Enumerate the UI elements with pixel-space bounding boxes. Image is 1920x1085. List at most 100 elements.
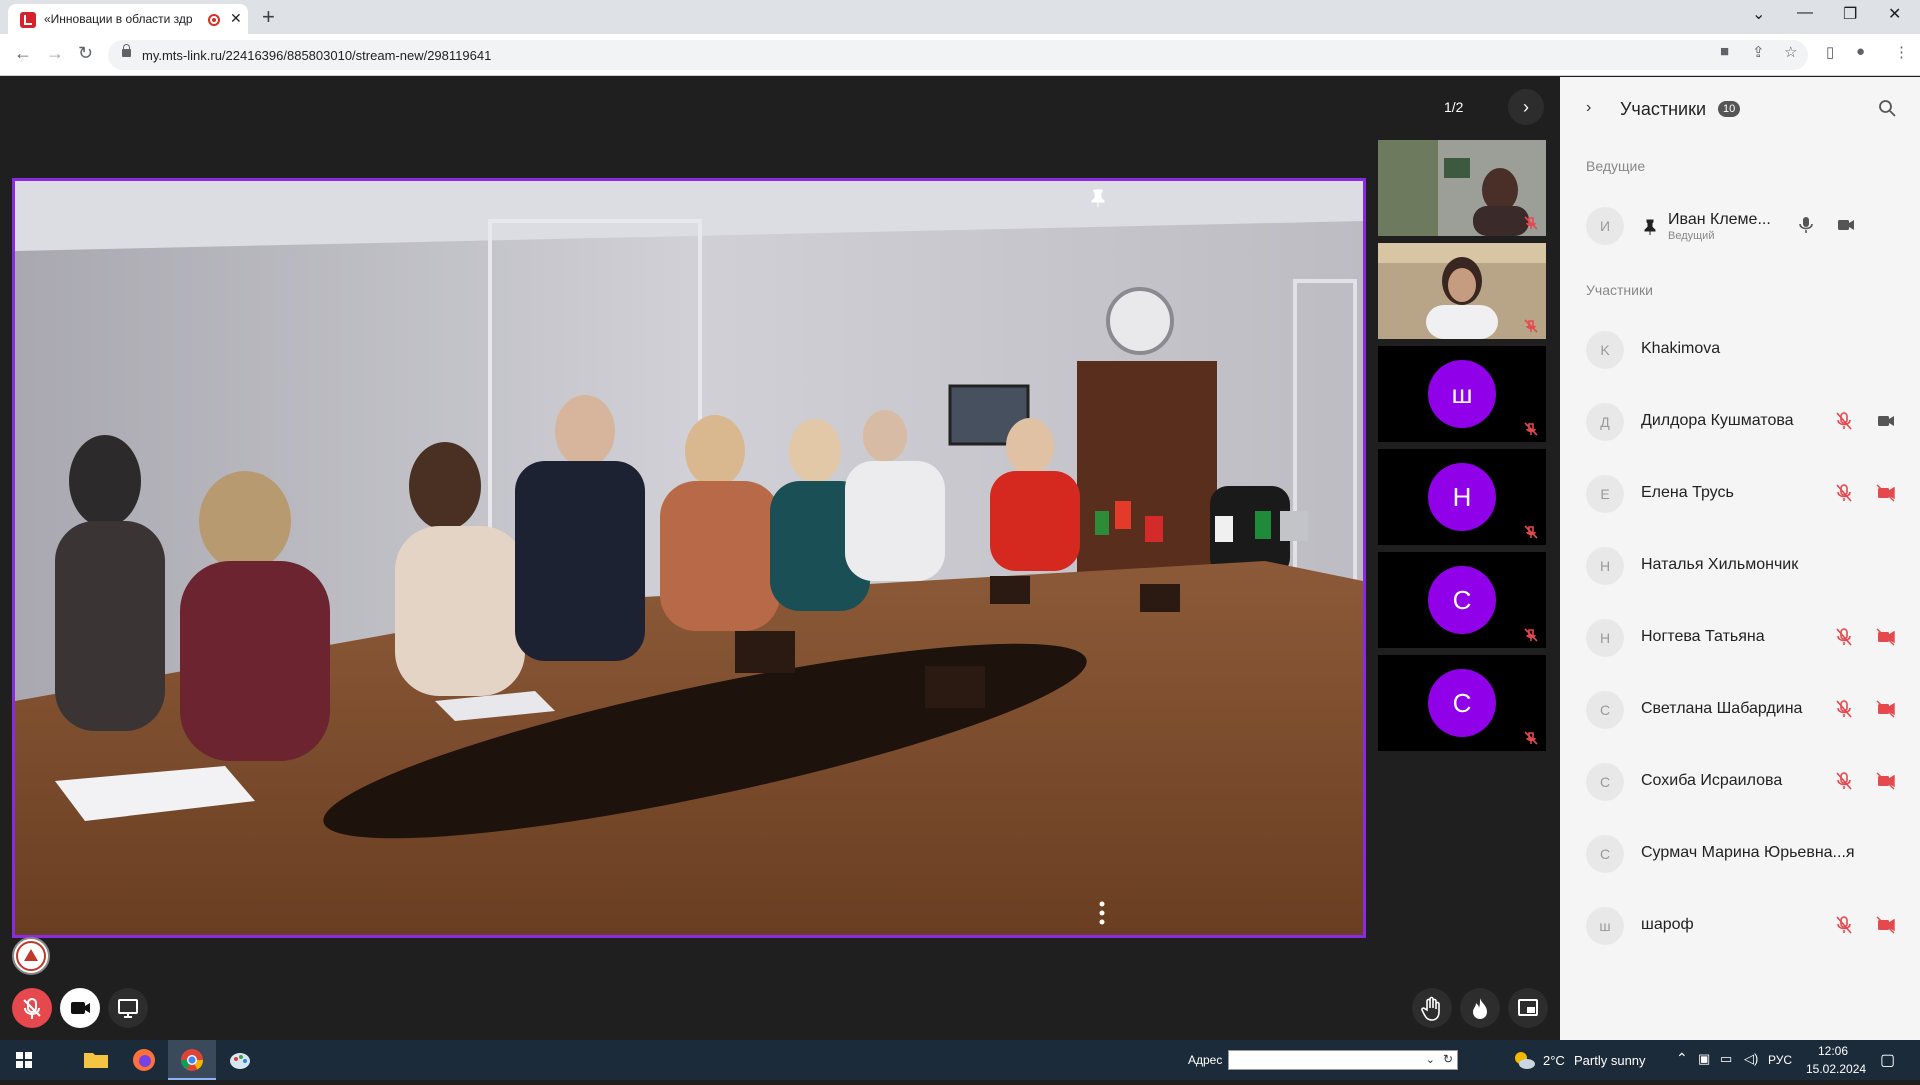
clock-time[interactable]: 12:06 xyxy=(1818,1044,1848,1058)
restore-window-icon[interactable]: ❐ xyxy=(1843,4,1857,24)
participant-name: Сурмач Марина Юрьевна...я xyxy=(1641,844,1855,861)
tray-overflow-chevron-icon[interactable]: ⌃ xyxy=(1676,1050,1688,1067)
network-icon[interactable]: ▭ xyxy=(1720,1051,1732,1067)
picture-in-picture-button[interactable] xyxy=(1508,988,1548,1028)
lock-icon xyxy=(122,44,131,57)
monitor-icon xyxy=(118,999,138,1018)
more-options-icon[interactable] xyxy=(1099,901,1105,925)
participant-avatar: С xyxy=(1428,669,1496,737)
participant-avatar: Н xyxy=(1586,547,1624,585)
participant-row[interactable]: С Сохиба Исраилова xyxy=(1560,753,1920,809)
mute-microphone-button[interactable] xyxy=(12,988,52,1028)
go-arrow-icon[interactable]: ↻ xyxy=(1443,1052,1453,1066)
participant-row[interactable]: Д Дилдора Кушматова xyxy=(1560,393,1920,449)
participant-name: Дилдора Кушматова xyxy=(1641,412,1794,429)
tab-search-chevron-icon[interactable]: ⌄ xyxy=(1752,4,1765,24)
back-arrow-icon[interactable]: ← xyxy=(14,43,32,64)
forward-arrow-icon[interactable]: → xyxy=(46,43,64,64)
host-name: Иван Клеме... xyxy=(1668,211,1771,228)
mic-on-icon xyxy=(1799,217,1813,233)
participant-avatar: С xyxy=(1586,763,1624,801)
participant-avatar: Д xyxy=(1586,403,1624,441)
host-role: Ведущий xyxy=(1668,230,1715,242)
avatar-tile[interactable]: С xyxy=(1378,552,1546,648)
mic-off-icon xyxy=(1836,916,1852,934)
profile-avatar-icon[interactable]: ● xyxy=(1856,43,1865,60)
mic-off-icon xyxy=(1836,772,1852,790)
camera-in-use-icon[interactable]: ■ xyxy=(1720,43,1729,60)
panel-title: Участники xyxy=(1620,99,1706,119)
mic-off-icon xyxy=(1836,412,1852,430)
new-tab-button[interactable]: + xyxy=(262,4,275,30)
participant-avatar: Н xyxy=(1586,619,1624,657)
camera-toggle-button[interactable] xyxy=(60,988,100,1028)
clock-date[interactable]: 15.02.2024 xyxy=(1806,1062,1866,1076)
avatar-tile[interactable]: ш xyxy=(1378,346,1546,442)
taskbar-file-explorer[interactable] xyxy=(72,1040,120,1080)
mic-off-icon xyxy=(1836,484,1852,502)
tab-close-icon[interactable]: ✕ xyxy=(230,10,242,27)
mic-off-icon xyxy=(1524,731,1538,745)
browser-tabbar: «Инновации в области здр ✕ + ⌄ — ❐ ✕ xyxy=(0,0,1920,34)
participant-name: шароф xyxy=(1641,916,1694,933)
video-camera-icon xyxy=(71,1002,90,1014)
windows-taskbar: Адрес ⌄ ↻ 2°C Partly sunny ⌃ ▣ ▭ ◁) РУС … xyxy=(0,1040,1920,1080)
tab-title: «Инновации в области здр xyxy=(44,12,193,26)
camera-off-icon xyxy=(1876,772,1895,790)
participant-row[interactable]: ш шароф xyxy=(1560,897,1920,953)
participant-video-frame xyxy=(1378,140,1546,236)
pin-icon xyxy=(1644,219,1656,235)
next-page-button[interactable]: › xyxy=(1508,89,1544,125)
input-language[interactable]: РУС xyxy=(1768,1053,1792,1067)
main-video-stream[interactable] xyxy=(12,178,1366,938)
side-panel-icon[interactable]: ▯ xyxy=(1826,43,1834,61)
address-toolbar-input[interactable]: ⌄ ↻ xyxy=(1228,1050,1458,1070)
start-button[interactable] xyxy=(0,1040,48,1080)
participant-row[interactable]: Н Наталья Хильмончик xyxy=(1560,537,1920,593)
participant-avatar: Н xyxy=(1428,463,1496,531)
address-bar[interactable]: my.mts-link.ru/22416396/885803010/stream… xyxy=(108,40,1808,70)
volume-icon[interactable]: ◁) xyxy=(1744,1051,1758,1067)
notifications-icon[interactable]: ▢ xyxy=(1880,1050,1895,1070)
minimize-window-icon[interactable]: — xyxy=(1797,4,1813,22)
video-tile[interactable] xyxy=(1378,243,1546,339)
host-row[interactable]: И Иван Клеме... Ведущий xyxy=(1560,197,1920,253)
taskbar-paint[interactable] xyxy=(216,1040,264,1080)
share-icon[interactable]: ⇪ xyxy=(1752,43,1765,61)
browser-tab[interactable]: «Инновации в области здр ✕ xyxy=(8,4,248,34)
browser-menu-icon[interactable]: ⋮ xyxy=(1894,43,1909,61)
taskbar-firefox[interactable] xyxy=(120,1040,168,1080)
screen-share-button[interactable] xyxy=(108,988,148,1028)
search-icon[interactable] xyxy=(1878,99,1896,117)
participant-row[interactable]: Н Ногтева Татьяна xyxy=(1560,609,1920,665)
video-tile[interactable] xyxy=(1378,140,1546,236)
collapse-panel-chevron-icon[interactable]: › xyxy=(1586,99,1591,117)
camera-tray-icon[interactable]: ▣ xyxy=(1698,1051,1710,1067)
participants-section-label: Участники xyxy=(1586,282,1653,298)
firefox-icon xyxy=(133,1049,155,1071)
avatar-tile[interactable]: Н xyxy=(1378,449,1546,545)
participant-name: Наталья Хильмончик xyxy=(1641,556,1799,573)
participant-row[interactable]: С Сурмач Марина Юрьевна...я xyxy=(1560,825,1920,881)
reactions-button[interactable] xyxy=(1460,988,1500,1028)
pin-icon[interactable] xyxy=(1091,189,1105,207)
participant-count-badge: 10 xyxy=(1718,101,1741,117)
weather-partly-sunny-icon[interactable] xyxy=(1512,1050,1536,1070)
participant-name: Ногтева Татьяна xyxy=(1641,628,1765,645)
close-window-icon[interactable]: ✕ xyxy=(1888,4,1901,24)
bookmark-star-icon[interactable]: ☆ xyxy=(1784,43,1797,61)
participant-name: Елена Трусь xyxy=(1641,484,1734,501)
avatar-tile[interactable]: С xyxy=(1378,655,1546,751)
participant-avatar: С xyxy=(1586,691,1624,729)
reload-icon[interactable]: ↻ xyxy=(78,43,93,64)
camera-off-icon xyxy=(1876,628,1895,646)
participant-row[interactable]: K Khakimova xyxy=(1560,321,1920,377)
participant-row[interactable]: Е Елена Трусь xyxy=(1560,465,1920,521)
address-toolbar-label: Адрес xyxy=(1188,1053,1223,1067)
weather-description: Partly sunny xyxy=(1574,1053,1646,1068)
raise-hand-button[interactable] xyxy=(1412,988,1452,1028)
taskbar-chrome[interactable] xyxy=(168,1040,216,1080)
browser-toolbar: ← → ↻ my.mts-link.ru/22416396/885803010/… xyxy=(0,34,1920,76)
dropdown-chevron-icon[interactable]: ⌄ xyxy=(1426,1053,1435,1066)
participant-row[interactable]: С Светлана Шабардина xyxy=(1560,681,1920,737)
